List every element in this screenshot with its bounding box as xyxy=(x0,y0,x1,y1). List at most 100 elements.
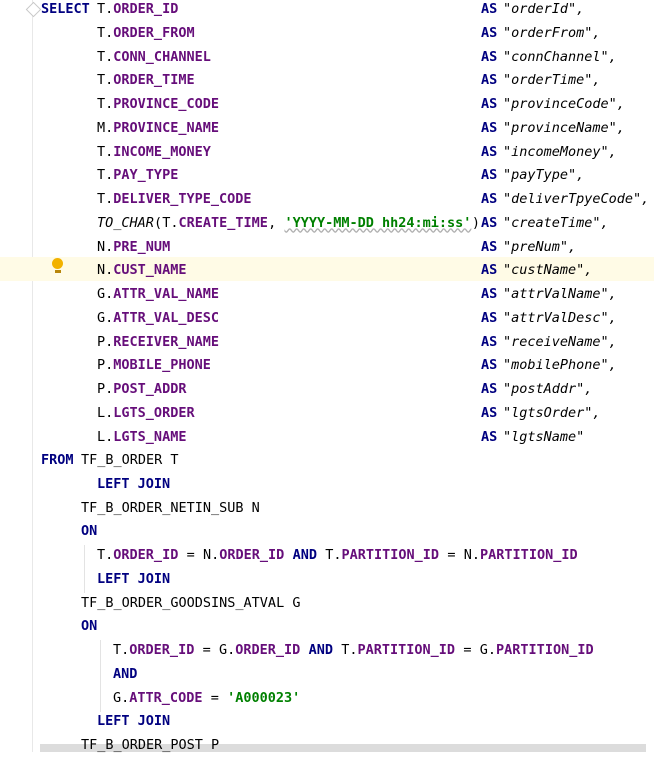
as-keyword: AS xyxy=(481,428,498,445)
column-name: CREATE_TIME xyxy=(178,214,268,231)
column-alias: "orderFrom", xyxy=(503,24,601,41)
as-keyword: AS xyxy=(481,72,498,89)
as-keyword: AS xyxy=(481,238,498,255)
close-paren: ) xyxy=(471,214,481,231)
column-name: ATTR_CODE xyxy=(129,689,203,706)
table-alias: P. xyxy=(97,333,114,350)
column-alias: "lgtsName" xyxy=(503,428,585,445)
editor-gutter xyxy=(0,0,32,752)
table-alias: L. xyxy=(97,404,114,421)
table-alias: M. xyxy=(97,119,114,136)
table-alias: T. xyxy=(97,143,114,160)
column-alias: "custName", xyxy=(503,262,593,279)
and-keyword: AND xyxy=(308,642,333,658)
column-alias: "orderId", xyxy=(503,1,585,17)
column-alias: "preNum", xyxy=(503,238,577,255)
table-name: TF_B_ORDER_POST P xyxy=(81,737,220,753)
column-name: ORDER_ID xyxy=(129,642,195,658)
table-alias: T. xyxy=(97,48,114,65)
column-name: INCOME_MONEY xyxy=(113,143,211,160)
column-alias: "provinceName", xyxy=(503,119,625,136)
column-name: ORDER_ID xyxy=(235,642,301,658)
equals-operator: = xyxy=(194,642,219,658)
sql-editor[interactable]: SELECT T. ORDER_ID AS "orderId", T. ORDER_FROM… xyxy=(0,0,654,753)
table-alias: T. xyxy=(97,72,114,89)
column-alias: "connChannel", xyxy=(503,48,617,65)
table-alias: N. xyxy=(97,262,114,279)
table-alias: T. xyxy=(97,191,114,207)
left-join-keyword: LEFT JOIN xyxy=(97,713,171,730)
lightbulb-icon[interactable] xyxy=(51,258,64,273)
column-name: ORDER_ID xyxy=(219,547,285,563)
column-name: PROVINCE_CODE xyxy=(113,96,219,112)
as-keyword: AS xyxy=(481,357,498,374)
column-name: CUST_NAME xyxy=(113,262,187,279)
table-alias: G. xyxy=(97,309,114,326)
table-alias: G. xyxy=(97,286,114,302)
column-name: ATTR_VAL_DESC xyxy=(113,309,219,326)
column-alias: "incomeMoney", xyxy=(503,143,617,160)
as-keyword: AS xyxy=(481,404,498,421)
left-join-keyword: LEFT JOIN xyxy=(97,475,171,492)
as-keyword: AS xyxy=(481,262,498,279)
column-alias: "attrValName", xyxy=(503,286,617,302)
indent-guide xyxy=(100,640,101,712)
table-alias: T. xyxy=(113,642,130,658)
as-keyword: AS xyxy=(481,214,498,231)
column-alias: "receiveName", xyxy=(503,333,617,350)
table-alias: N. xyxy=(463,547,481,563)
as-keyword: AS xyxy=(481,333,498,350)
column-name: PARTITION_ID xyxy=(480,547,578,563)
as-keyword: AS xyxy=(481,286,498,302)
column-name: PAY_TYPE xyxy=(113,167,179,184)
table-alias: N. xyxy=(97,238,114,255)
table-alias: N. xyxy=(202,547,220,563)
column-name: RECEIVER_NAME xyxy=(113,333,219,350)
table-alias: G. xyxy=(113,689,130,706)
column-alias: "payType", xyxy=(503,167,585,184)
function-name: TO_CHAR xyxy=(97,214,154,231)
from-keyword: FROM xyxy=(41,452,74,468)
table-name: TF_B_ORDER T xyxy=(81,452,179,468)
equals-operator: = xyxy=(178,547,203,563)
column-alias: "orderTime", xyxy=(503,72,601,89)
column-alias: "postAddr", xyxy=(503,381,593,397)
as-keyword: AS xyxy=(481,143,498,160)
table-alias: T. xyxy=(97,547,114,563)
column-alias: "createTime", xyxy=(503,214,609,231)
column-name: ORDER_ID xyxy=(113,547,179,563)
table-alias: P. xyxy=(97,357,114,374)
and-keyword: AND xyxy=(113,665,138,682)
column-alias: "lgtsOrder", xyxy=(503,404,601,421)
table-alias: T. xyxy=(97,24,114,41)
column-name: ORDER_ID xyxy=(113,1,179,17)
table-alias: T. xyxy=(97,96,114,112)
table-alias: T. xyxy=(162,214,179,231)
equals-operator: = xyxy=(439,547,464,563)
open-paren: ( xyxy=(154,214,163,231)
column-alias: "provinceCode", xyxy=(503,96,625,112)
as-keyword: AS xyxy=(481,309,498,326)
as-keyword: AS xyxy=(481,381,498,397)
as-keyword: AS xyxy=(481,48,498,65)
table-alias: T. xyxy=(325,547,342,563)
string-literal: 'A000023' xyxy=(227,689,301,706)
indent-guide xyxy=(84,545,85,593)
table-alias: T. xyxy=(97,167,114,184)
table-alias: L. xyxy=(97,428,114,445)
comma-separator: , xyxy=(268,214,285,231)
column-name: POST_ADDR xyxy=(113,381,187,397)
column-name: PARTITION_ID xyxy=(496,642,594,658)
column-alias: "attrValDesc", xyxy=(503,309,617,326)
column-name: PARTITION_ID xyxy=(341,547,440,563)
as-keyword: AS xyxy=(481,24,498,41)
on-keyword: ON xyxy=(81,618,98,635)
as-keyword: AS xyxy=(481,119,498,136)
format-string: 'YYYY-MM-DD hh24:mi:ss' xyxy=(284,214,472,231)
table-alias: G. xyxy=(218,642,236,658)
as-keyword: AS xyxy=(481,1,498,17)
select-keyword: SELECT xyxy=(41,1,90,17)
table-alias: T. xyxy=(341,642,358,658)
column-name: ORDER_FROM xyxy=(113,24,195,41)
equals-operator: = xyxy=(455,642,480,658)
